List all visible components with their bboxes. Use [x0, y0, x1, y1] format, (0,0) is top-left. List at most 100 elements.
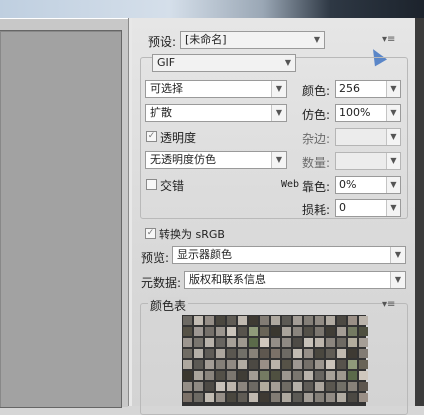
color-swatch[interactable]: [315, 360, 324, 369]
color-table-menu-icon[interactable]: ▾≡: [382, 299, 395, 310]
color-swatch[interactable]: [326, 382, 335, 391]
color-swatch[interactable]: [216, 382, 225, 391]
color-swatch[interactable]: [271, 349, 280, 358]
color-swatch[interactable]: [282, 349, 291, 358]
color-swatch[interactable]: [194, 327, 203, 336]
color-swatch[interactable]: [348, 349, 357, 358]
color-swatch[interactable]: [227, 327, 236, 336]
color-swatch[interactable]: [337, 349, 346, 358]
color-swatch[interactable]: [271, 338, 280, 347]
color-swatch[interactable]: [205, 349, 214, 358]
color-swatch[interactable]: [249, 316, 258, 325]
color-swatch[interactable]: [282, 382, 291, 391]
color-swatch[interactable]: [238, 393, 247, 402]
color-swatch[interactable]: [216, 349, 225, 358]
color-swatch[interactable]: [293, 393, 302, 402]
color-swatch[interactable]: [348, 360, 357, 369]
color-swatch[interactable]: [326, 360, 335, 369]
color-swatch[interactable]: [359, 316, 368, 325]
color-swatch[interactable]: [271, 393, 280, 402]
color-swatch[interactable]: [293, 360, 302, 369]
color-swatch[interactable]: [205, 393, 214, 402]
color-swatch[interactable]: [326, 327, 335, 336]
color-swatch[interactable]: [337, 393, 346, 402]
color-swatch[interactable]: [315, 338, 324, 347]
color-swatch[interactable]: [304, 349, 313, 358]
color-swatch[interactable]: [216, 338, 225, 347]
color-swatch[interactable]: [227, 349, 236, 358]
color-swatch[interactable]: [205, 316, 214, 325]
color-swatch[interactable]: [359, 393, 368, 402]
color-swatch[interactable]: [183, 371, 192, 380]
color-swatch[interactable]: [315, 316, 324, 325]
color-swatch[interactable]: [260, 393, 269, 402]
color-swatch[interactable]: [326, 316, 335, 325]
color-swatch[interactable]: [282, 360, 291, 369]
color-swatch[interactable]: [271, 316, 280, 325]
color-swatch[interactable]: [348, 327, 357, 336]
color-swatch[interactable]: [293, 327, 302, 336]
color-swatch[interactable]: [337, 371, 346, 380]
color-swatch[interactable]: [282, 393, 291, 402]
transparency-checkbox[interactable]: ✓: [146, 131, 157, 142]
color-swatch[interactable]: [249, 327, 258, 336]
color-swatch[interactable]: [359, 360, 368, 369]
color-swatch[interactable]: [293, 338, 302, 347]
color-swatch[interactable]: [216, 371, 225, 380]
color-swatch[interactable]: [216, 316, 225, 325]
color-swatch[interactable]: [315, 393, 324, 402]
convert-srgb-checkbox[interactable]: ✓: [145, 228, 156, 239]
color-swatch[interactable]: [216, 393, 225, 402]
color-swatch[interactable]: [260, 349, 269, 358]
color-swatch[interactable]: [183, 316, 192, 325]
color-swatch[interactable]: [337, 360, 346, 369]
color-swatch[interactable]: [249, 360, 258, 369]
color-swatch[interactable]: [293, 349, 302, 358]
color-swatch[interactable]: [260, 371, 269, 380]
color-swatch[interactable]: [227, 360, 236, 369]
color-swatch[interactable]: [194, 349, 203, 358]
color-swatch[interactable]: [183, 349, 192, 358]
dither-algorithm-select[interactable]: 扩散 ▼: [145, 104, 287, 122]
color-swatch[interactable]: [315, 371, 324, 380]
color-swatch[interactable]: [205, 360, 214, 369]
color-swatch[interactable]: [282, 327, 291, 336]
color-swatch[interactable]: [326, 393, 335, 402]
color-swatch[interactable]: [282, 338, 291, 347]
color-swatch[interactable]: [337, 327, 346, 336]
color-swatch[interactable]: [304, 393, 313, 402]
color-swatch[interactable]: [315, 382, 324, 391]
color-swatch[interactable]: [359, 338, 368, 347]
color-swatch[interactable]: [238, 327, 247, 336]
color-swatch[interactable]: [282, 316, 291, 325]
matte-select[interactable]: ▼: [335, 128, 401, 146]
color-swatch[interactable]: [348, 393, 357, 402]
color-swatch[interactable]: [304, 382, 313, 391]
color-swatch[interactable]: [271, 371, 280, 380]
color-swatch[interactable]: [260, 360, 269, 369]
color-swatch[interactable]: [359, 349, 368, 358]
preset-select[interactable]: [未命名] ▼: [180, 31, 325, 49]
color-swatch[interactable]: [194, 338, 203, 347]
panel-menu-icon[interactable]: ▾≡: [382, 34, 395, 45]
color-swatch[interactable]: [194, 360, 203, 369]
interlaced-checkbox[interactable]: [146, 179, 157, 190]
color-swatch[interactable]: [293, 371, 302, 380]
color-swatch[interactable]: [326, 338, 335, 347]
color-swatch[interactable]: [359, 371, 368, 380]
color-swatch[interactable]: [293, 316, 302, 325]
color-swatch[interactable]: [238, 349, 247, 358]
color-swatch[interactable]: [249, 371, 258, 380]
color-swatch[interactable]: [238, 371, 247, 380]
color-swatch[interactable]: [271, 327, 280, 336]
color-swatch[interactable]: [260, 338, 269, 347]
color-swatch[interactable]: [359, 382, 368, 391]
color-swatch[interactable]: [271, 360, 280, 369]
color-swatch[interactable]: [205, 327, 214, 336]
color-swatch[interactable]: [315, 327, 324, 336]
color-swatch[interactable]: [194, 393, 203, 402]
color-swatch[interactable]: [260, 316, 269, 325]
color-swatch[interactable]: [337, 338, 346, 347]
lossy-input[interactable]: 0 ▼: [335, 199, 401, 217]
web-snap-input[interactable]: 0% ▼: [335, 176, 401, 194]
